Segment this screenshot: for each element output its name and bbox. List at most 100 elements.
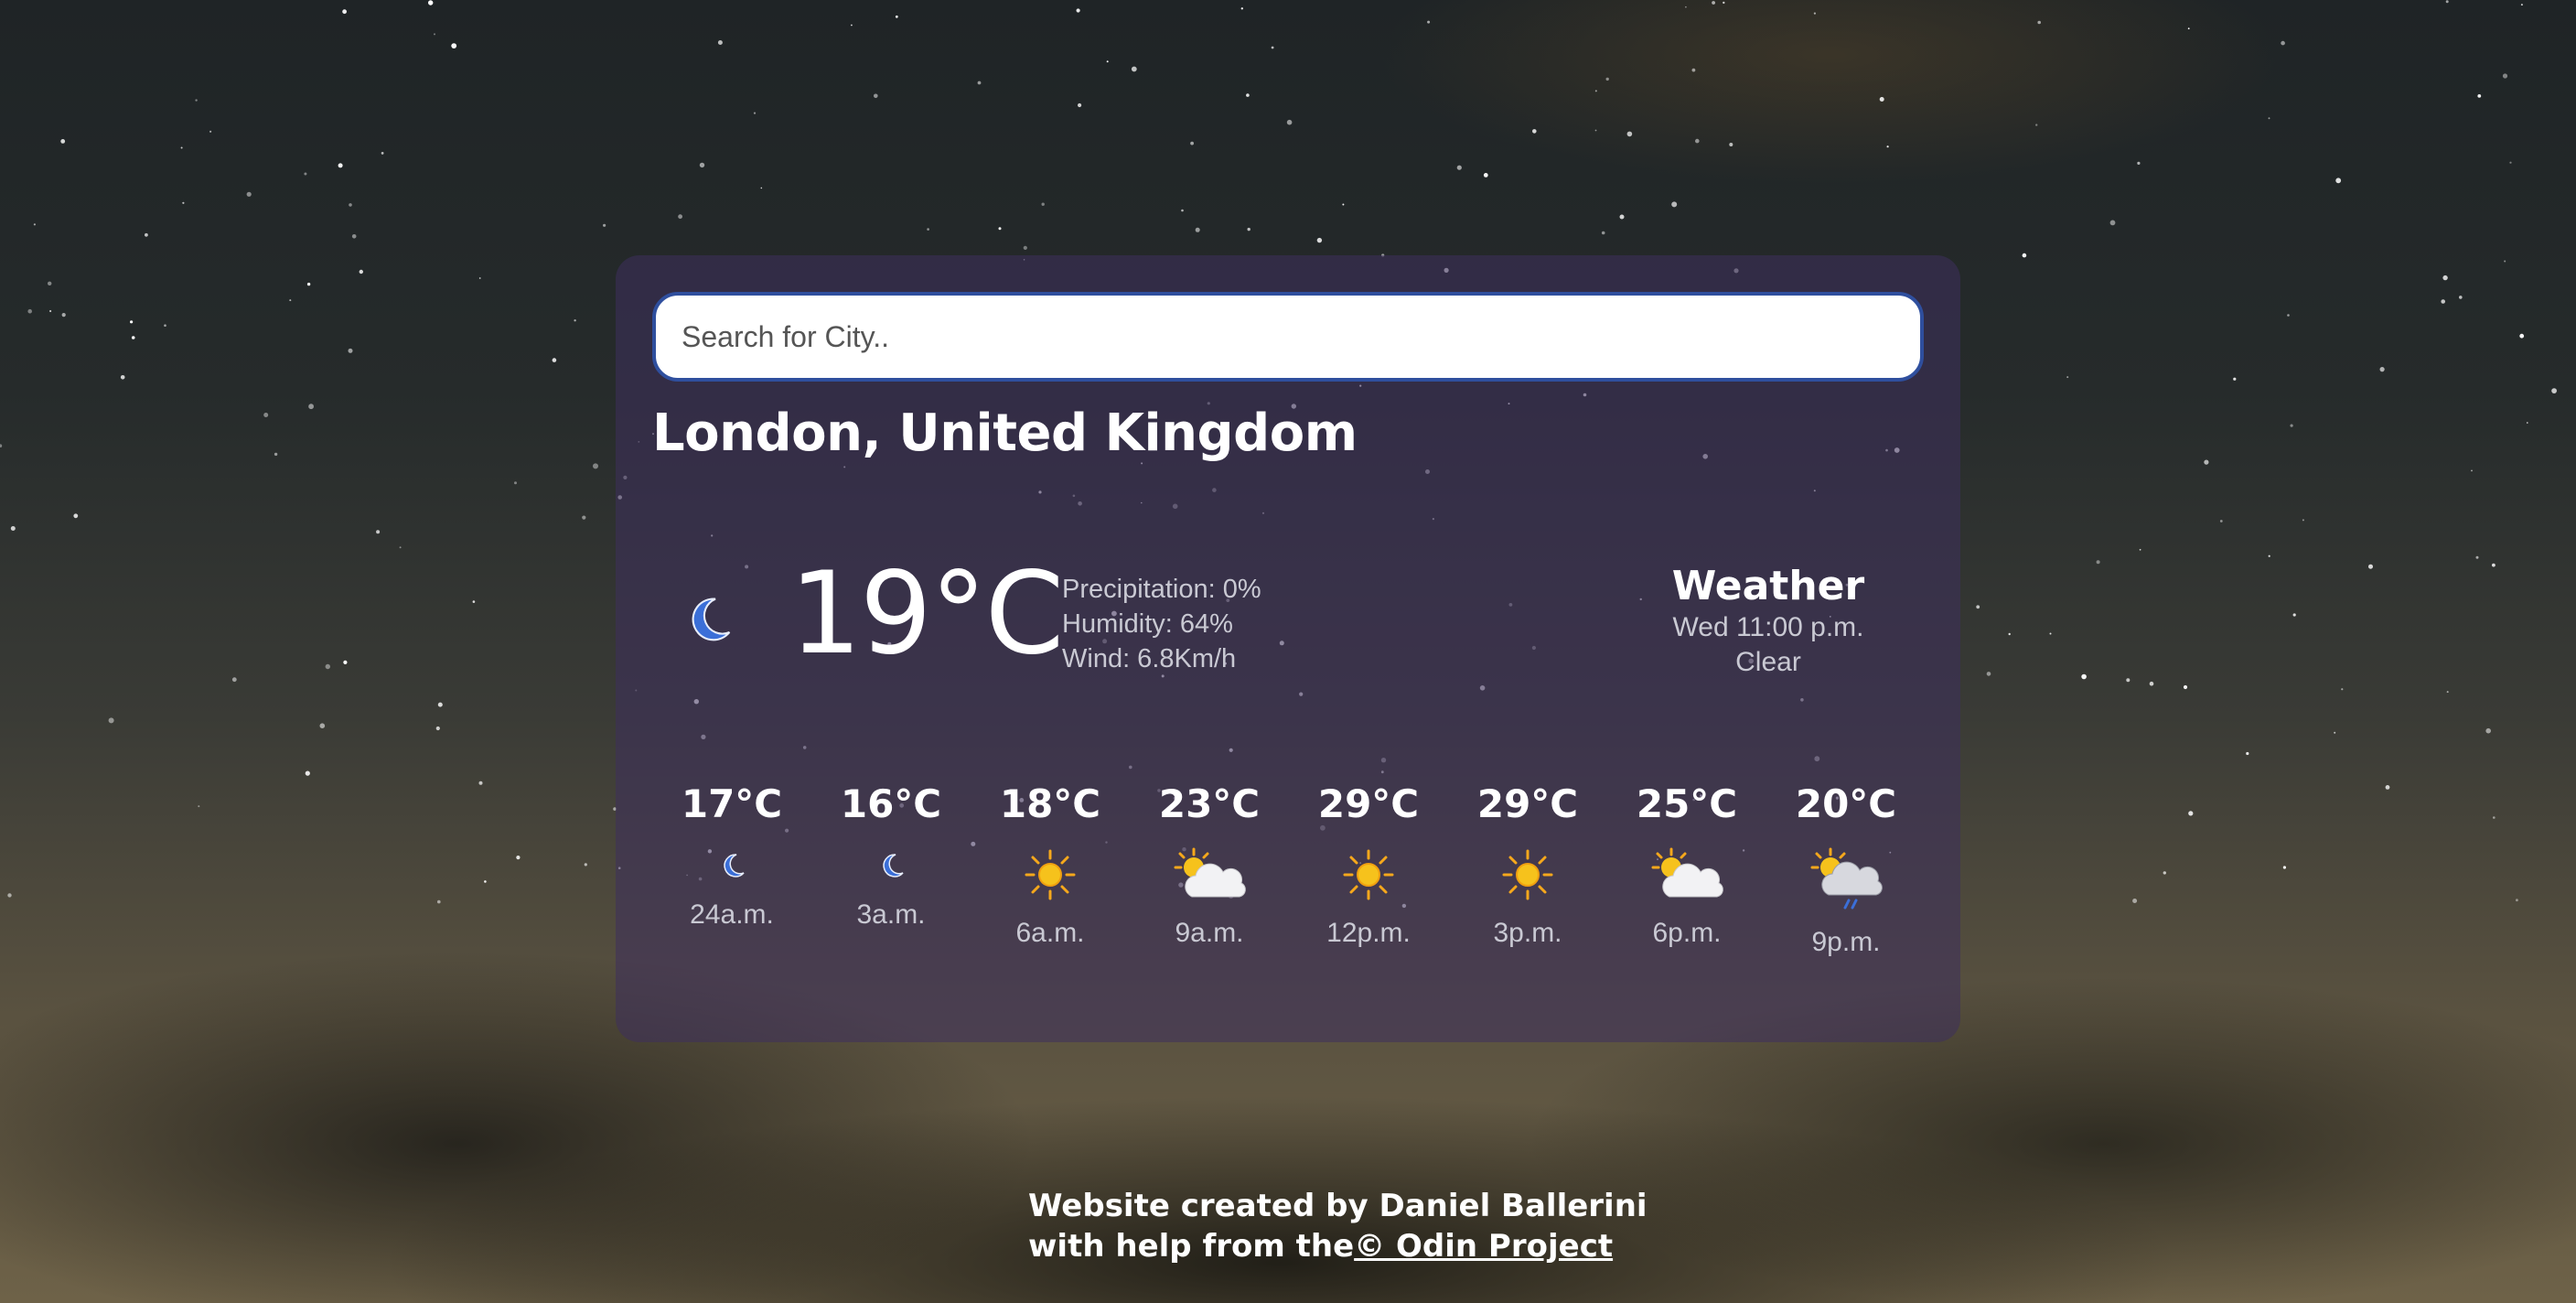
star — [1685, 5, 1687, 8]
star — [246, 191, 252, 197]
star — [131, 336, 135, 339]
weather-summary: Weather Wed 11:00 p.m. Clear — [1658, 563, 1878, 680]
star — [1342, 203, 1345, 206]
star — [1240, 7, 1244, 10]
star — [1316, 237, 1323, 243]
sun-cloud-icon — [1174, 847, 1246, 898]
star — [2502, 73, 2508, 79]
star — [343, 660, 348, 665]
star — [574, 319, 576, 322]
star — [2268, 117, 2270, 120]
forecast-item: 17°C 24a.m. — [663, 781, 800, 933]
star — [1078, 102, 1082, 108]
star — [2282, 866, 2286, 869]
star — [2459, 296, 2463, 299]
star — [1986, 672, 1991, 676]
forecast-temp: 20°C — [1795, 781, 1897, 826]
star — [2081, 673, 2087, 680]
star — [2504, 260, 2506, 263]
star — [2109, 220, 2116, 226]
star — [198, 805, 200, 808]
star — [1712, 1, 1715, 5]
forecast-item: 18°C 6a.m. — [982, 781, 1119, 952]
star — [308, 404, 314, 410]
star — [2385, 785, 2390, 790]
star — [435, 726, 440, 731]
forecast-time: 24a.m. — [690, 899, 774, 930]
summary-datetime: Wed 11:00 p.m. — [1672, 612, 1864, 642]
footer-credit: Website created by Daniel Ballerini — [1028, 1188, 1648, 1224]
star — [60, 139, 66, 144]
star — [1532, 129, 1537, 134]
star — [209, 130, 212, 133]
forecast-temp: 29°C — [1476, 781, 1579, 826]
sun-icon — [1025, 849, 1076, 900]
weather-card: London, United Kingdom 19°C Precipitatio… — [616, 255, 1960, 1042]
star — [2066, 376, 2069, 379]
forecast-time: 6a.m. — [1015, 918, 1085, 948]
star — [2485, 727, 2491, 734]
summary-title: Weather — [1671, 563, 1865, 609]
star — [1695, 138, 1700, 144]
star — [2183, 684, 2188, 690]
star — [1879, 97, 1884, 102]
star — [2204, 459, 2209, 465]
star — [2096, 560, 2100, 565]
star — [27, 308, 32, 314]
current-temperature: 19°C — [789, 548, 1064, 680]
star — [274, 452, 278, 457]
star — [2520, 4, 2523, 6]
star — [1271, 46, 1274, 49]
star — [2219, 520, 2223, 522]
star — [1626, 131, 1633, 137]
city-search-input[interactable] — [652, 292, 1924, 382]
star — [2442, 275, 2448, 281]
star — [1106, 60, 1109, 63]
star — [263, 413, 269, 417]
star — [306, 282, 311, 286]
star — [2137, 161, 2141, 165]
forecast-item: 23°C 9a.m. — [1141, 781, 1278, 952]
forecast-item: 29°C 3p.m. — [1459, 781, 1596, 952]
star — [399, 546, 402, 549]
star — [678, 214, 682, 220]
star — [2290, 424, 2293, 427]
star — [305, 770, 310, 776]
footer-help-line: with help from the© Odin Project — [1028, 1226, 1648, 1266]
star — [514, 481, 517, 485]
footer-help-prefix: with help from the — [1028, 1228, 1355, 1265]
star — [593, 463, 598, 469]
star — [2149, 681, 2154, 686]
star — [478, 781, 483, 785]
star — [1723, 1, 1725, 5]
star — [2335, 178, 2342, 184]
star — [2475, 555, 2479, 559]
star — [1813, 12, 1816, 15]
star — [977, 81, 982, 85]
star — [753, 112, 757, 114]
star — [927, 228, 929, 231]
star — [2233, 377, 2237, 381]
sun-icon — [1343, 849, 1394, 900]
star — [1976, 605, 1980, 609]
star — [699, 162, 705, 168]
star — [2302, 519, 2304, 522]
star — [61, 313, 66, 318]
star — [2551, 388, 2558, 393]
star — [338, 163, 343, 168]
star — [717, 40, 723, 45]
star — [1076, 8, 1080, 13]
star — [1729, 143, 1733, 146]
humidity-text: Humidity: 64% — [1062, 609, 1233, 639]
star — [231, 677, 237, 683]
star — [2187, 27, 2190, 30]
forecast-temp: 25°C — [1636, 781, 1738, 826]
star — [2281, 40, 2285, 46]
star — [582, 515, 586, 520]
star — [2008, 632, 2011, 636]
star — [1594, 129, 1597, 132]
star — [325, 663, 330, 670]
star — [874, 93, 878, 99]
star — [130, 320, 134, 324]
odin-project-link[interactable]: © Odin Project — [1354, 1228, 1613, 1265]
